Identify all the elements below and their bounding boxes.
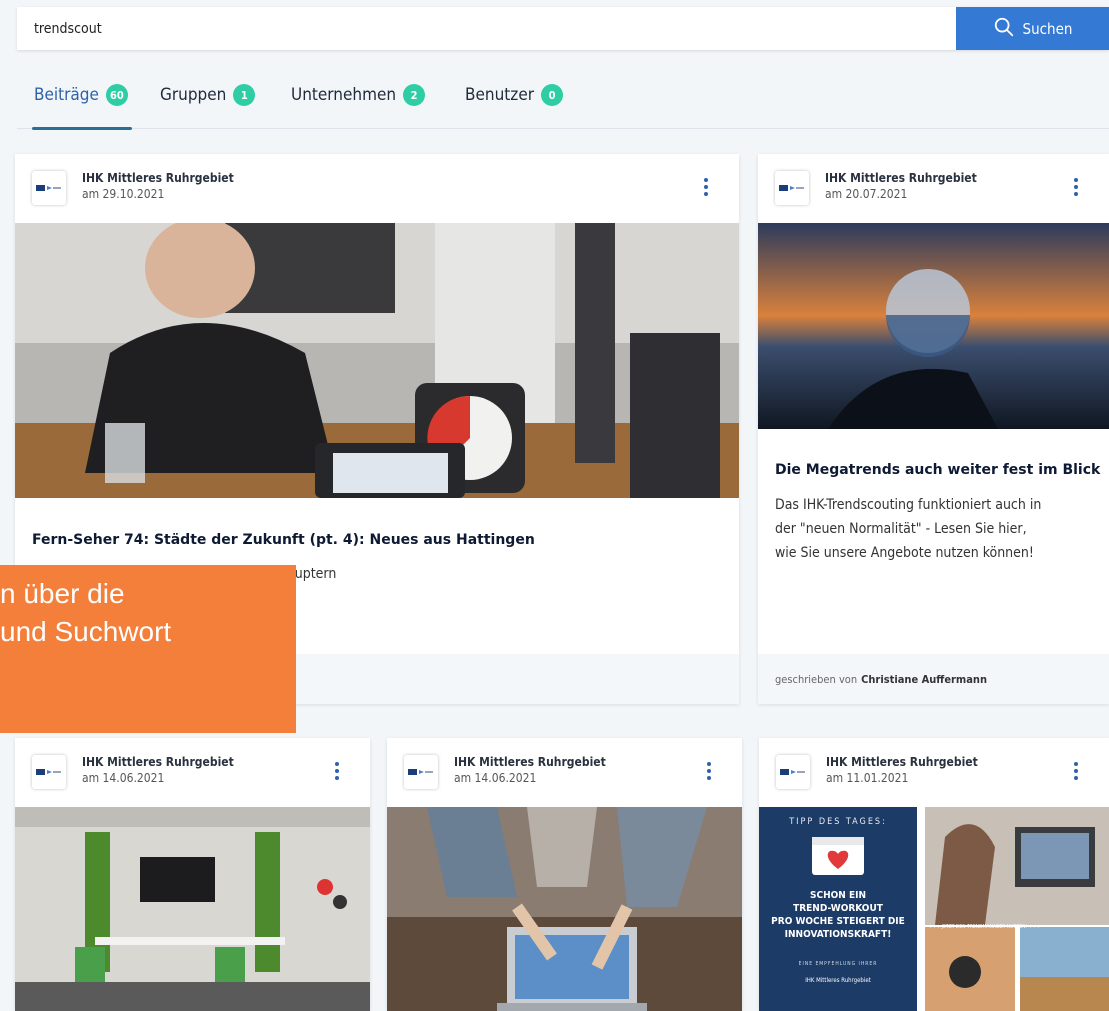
tip-graphic: TIPP DES TAGES: SCHON EIN TREND-WORKOUT …: [759, 807, 917, 1011]
card-header: IHK Mittleres Ruhrgebiet am 14.06.2021: [15, 738, 370, 807]
post-title[interactable]: Die Megatrends auch weiter fest im Blick: [775, 462, 1100, 478]
post-image[interactable]: [15, 223, 739, 498]
collage-banner: +++ JETZT DEN TRENDMANAGER NUTZEN! +++: [929, 924, 1040, 930]
ihk-logo: [32, 755, 66, 789]
tip-org: IHK Mittleres Ruhrgebiet: [805, 977, 871, 984]
card-header: IHK Mittleres Ruhrgebiet am 20.07.2021: [758, 154, 1109, 223]
calendar-heart-icon: [812, 837, 864, 875]
tab-benutzer[interactable]: Benutzer 0: [465, 82, 564, 128]
teaser-line: der "neuen Normalität" - Lesen Sie hier,: [775, 521, 1027, 537]
more-options-icon[interactable]: [703, 176, 709, 202]
post-image[interactable]: [15, 807, 370, 1011]
post-title[interactable]: Fern-Seher 74: Städte der Zukunft (pt. 4…: [32, 532, 535, 548]
tab-gruppen[interactable]: Gruppen 1: [160, 82, 256, 128]
ihk-logo: [32, 171, 66, 205]
post-date: am 29.10.2021: [82, 187, 165, 201]
tip-small: EINE EMPFEHLUNG IHRER: [798, 961, 878, 967]
collage-image: [925, 807, 1109, 1011]
tip-line: TREND-WORKOUT: [793, 903, 883, 914]
tab-label: Beiträge: [34, 85, 99, 105]
post-author[interactable]: IHK Mittleres Ruhrgebiet: [826, 755, 978, 769]
search-input[interactable]: [17, 7, 964, 50]
tab-label: Benutzer: [465, 85, 535, 105]
ihk-logo: [776, 755, 810, 789]
card-header: IHK Mittleres Ruhrgebiet am 14.06.2021: [387, 738, 742, 807]
post-author[interactable]: IHK Mittleres Ruhrgebiet: [825, 171, 977, 185]
teaser-line: wie Sie unsere Angebote nutzen können!: [775, 545, 1034, 561]
tab-label: Unternehmen: [291, 85, 397, 105]
callout-line-1: n über die: [0, 578, 125, 609]
search-button[interactable]: Suchen: [956, 7, 1109, 50]
search-bar: Suchen: [17, 7, 1109, 50]
post-date: am 14.06.2021: [82, 771, 165, 785]
post-card[interactable]: IHK Mittleres Ruhrgebiet am 11.01.2021 T…: [759, 738, 1109, 1011]
result-tabs: Beiträge 60 Gruppen 1 Unternehmen 2 Benu…: [17, 82, 1109, 130]
tip-line: SCHON EIN: [810, 890, 866, 901]
count-badge: 2: [403, 84, 426, 106]
search-icon: [993, 16, 1015, 42]
footer-prefix: geschrieben von: [775, 672, 858, 686]
post-card[interactable]: IHK Mittleres Ruhrgebiet am 14.06.2021: [15, 738, 370, 1011]
post-date: am 11.01.2021: [826, 771, 909, 785]
tab-unternehmen[interactable]: Unternehmen 2: [291, 82, 426, 128]
tip-text: SCHON EIN TREND-WORKOUT PRO WOCHE STEIGE…: [759, 889, 917, 941]
post-date: am 14.06.2021: [454, 771, 537, 785]
count-badge: 60: [105, 84, 128, 106]
post-image[interactable]: [758, 223, 1109, 429]
post-card[interactable]: IHK Mittleres Ruhrgebiet am 20.07.2021 D…: [758, 154, 1109, 704]
more-options-icon[interactable]: [706, 760, 712, 786]
tab-beitraege[interactable]: Beiträge 60: [32, 82, 132, 130]
tab-label: Gruppen: [160, 85, 227, 105]
post-image[interactable]: TIPP DES TAGES: SCHON EIN TREND-WORKOUT …: [759, 807, 1109, 1011]
tip-line: INNOVATIONSKRAFT!: [784, 929, 892, 940]
post-image[interactable]: [387, 807, 742, 1011]
teaser-line: Das IHK-Trendscouting funktioniert auch …: [775, 497, 1042, 513]
count-badge: 0: [541, 84, 564, 106]
callout-line-2: und Suchwort: [0, 616, 172, 647]
post-date: am 20.07.2021: [825, 187, 908, 201]
post-author[interactable]: IHK Mittleres Ruhrgebiet: [82, 171, 234, 185]
search-button-label: Suchen: [1022, 19, 1073, 38]
footer-author[interactable]: Christiane Auffermann: [861, 673, 987, 686]
card-header: IHK Mittleres Ruhrgebiet am 11.01.2021: [759, 738, 1109, 807]
post-author[interactable]: IHK Mittleres Ruhrgebiet: [454, 755, 606, 769]
more-options-icon[interactable]: [1073, 176, 1079, 202]
post-author[interactable]: IHK Mittleres Ruhrgebiet: [82, 755, 234, 769]
more-options-icon[interactable]: [1073, 760, 1079, 786]
ihk-logo: [775, 171, 809, 205]
post-card[interactable]: IHK Mittleres Ruhrgebiet am 14.06.2021: [387, 738, 742, 1011]
tip-line: PRO WOCHE STEIGERT DIE: [771, 916, 905, 927]
count-badge: 1: [233, 84, 256, 106]
more-options-icon[interactable]: [334, 760, 340, 786]
post-teaser: Das IHK-Trendscouting funktioniert auch …: [775, 493, 1041, 565]
ihk-logo: [404, 755, 438, 789]
card-footer: geschrieben von Christiane Auffermann: [758, 654, 1109, 704]
card-header: IHK Mittleres Ruhrgebiet am 29.10.2021: [15, 154, 739, 223]
tutorial-callout: n über die und Suchwort: [0, 565, 296, 733]
tip-heading: TIPP DES TAGES:: [789, 817, 887, 827]
